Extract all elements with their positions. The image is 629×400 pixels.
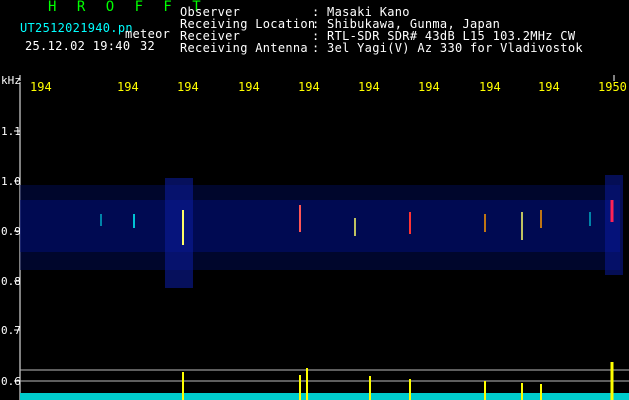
activity-baseline — [20, 369, 629, 400]
noise-band — [20, 175, 623, 288]
spectrogram-waterfall — [14, 75, 629, 400]
top-ticks — [19, 75, 615, 81]
left-axis — [14, 82, 21, 400]
hrofft-screen: H R O F F T UT2512021940.pn meteor 25.12… — [0, 0, 629, 400]
